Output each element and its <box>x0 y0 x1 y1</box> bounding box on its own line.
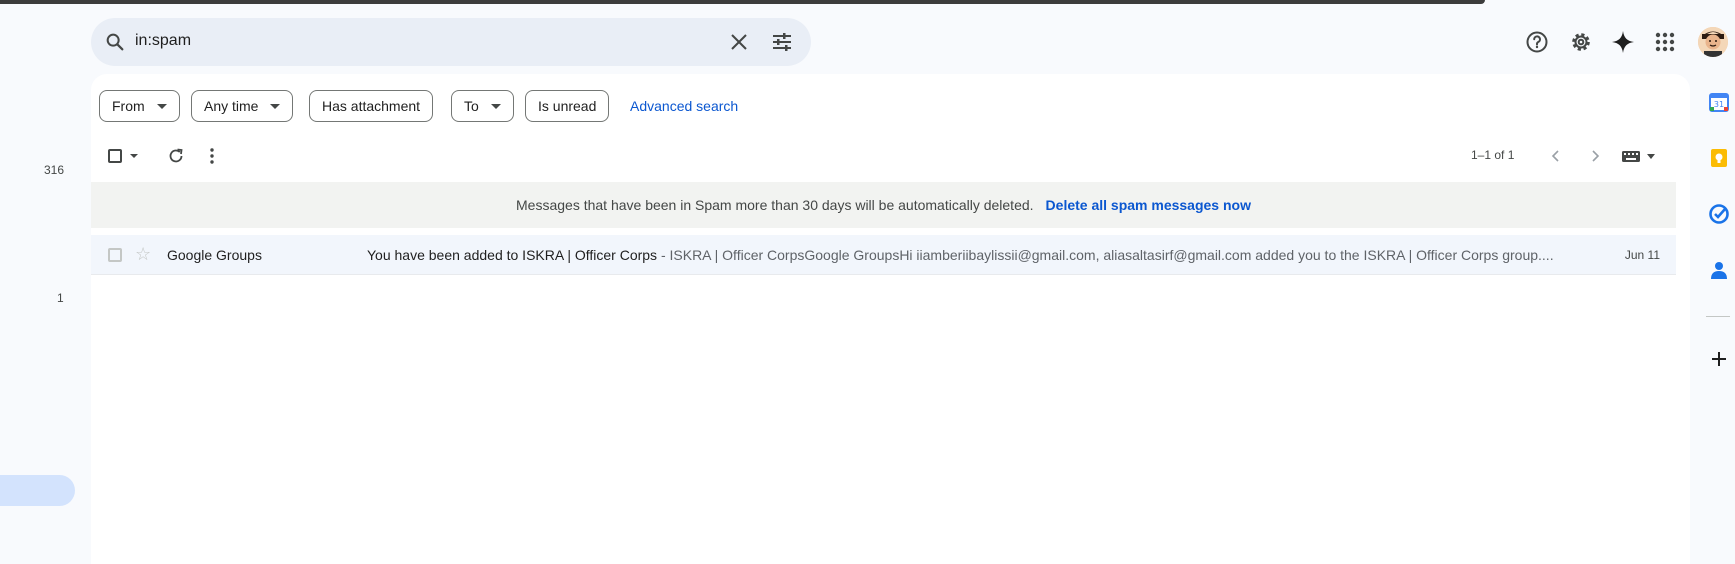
delete-all-spam-link[interactable]: Delete all spam messages now <box>1046 197 1251 213</box>
chevron-down-icon[interactable] <box>130 154 138 158</box>
main-panel: From Any time Has attachment To Is unrea… <box>91 74 1690 564</box>
chevron-down-icon <box>156 103 167 109</box>
close-icon[interactable] <box>727 30 751 54</box>
more-vert-icon[interactable] <box>209 147 215 165</box>
refresh-icon[interactable] <box>167 147 185 165</box>
tune-icon[interactable] <box>770 30 794 54</box>
chip-label: Has attachment <box>322 98 421 114</box>
chevron-down-icon <box>270 103 281 109</box>
svg-text:31: 31 <box>1714 100 1724 109</box>
help-icon[interactable] <box>1525 30 1549 54</box>
search-bar[interactable]: in:spam <box>91 18 811 66</box>
keep-icon[interactable] <box>1708 147 1730 169</box>
contacts-icon[interactable] <box>1708 259 1730 281</box>
email-sender: Google Groups <box>167 247 262 263</box>
sparkle-icon[interactable] <box>1611 30 1635 54</box>
star-icon[interactable]: ☆ <box>135 245 151 263</box>
advanced-search-link[interactable]: Advanced search <box>630 98 738 114</box>
calendar-icon[interactable]: 31 <box>1708 91 1730 113</box>
filter-chip-from[interactable]: From <box>99 90 180 122</box>
sidebar-selected-item[interactable] <box>0 475 75 506</box>
chip-label: Is unread <box>538 98 597 114</box>
list-toolbar: 1–1 of 1 <box>91 136 1690 176</box>
chip-label: Any time <box>204 98 259 114</box>
side-panel-divider <box>1706 316 1730 317</box>
filter-chip-has-attachment[interactable]: Has attachment <box>309 90 434 122</box>
browser-top-strip <box>0 0 1735 6</box>
row-checkbox[interactable] <box>108 248 122 262</box>
filter-chip-to[interactable]: To <box>451 90 514 122</box>
chevron-right-icon[interactable] <box>1587 148 1603 164</box>
chip-label: To <box>464 98 479 114</box>
sidebar-count-2: 1 <box>57 291 64 305</box>
keyboard-icon[interactable] <box>1621 149 1659 163</box>
gear-icon[interactable] <box>1569 30 1593 54</box>
select-all-checkbox[interactable] <box>108 149 122 163</box>
email-subject-line: You have been added to ISKRA | Officer C… <box>367 247 1657 263</box>
sidebar-count-1: 316 <box>44 163 65 177</box>
spam-notice: Messages that have been in Spam more tha… <box>91 182 1676 228</box>
search-input[interactable]: in:spam <box>135 32 191 50</box>
filter-chip-any-time[interactable]: Any time <box>191 90 294 122</box>
chevron-left-icon[interactable] <box>1548 148 1564 164</box>
search-icon[interactable] <box>104 31 126 53</box>
email-subject: You have been added to ISKRA | Officer C… <box>367 247 658 263</box>
email-date: Jun 11 <box>1624 248 1660 262</box>
filter-chip-is-unread[interactable]: Is unread <box>525 90 610 122</box>
add-icon[interactable] <box>1708 348 1730 370</box>
pagination-text: 1–1 of 1 <box>1471 148 1515 162</box>
chip-label: From <box>112 98 145 114</box>
email-snippet: - ISKRA | Officer CorpsGoogle GroupsHi i… <box>657 247 1554 263</box>
table-row[interactable]: ☆ Google Groups You have been added to I… <box>91 235 1676 275</box>
tasks-icon[interactable] <box>1708 203 1730 225</box>
avatar[interactable] <box>1698 27 1728 57</box>
chevron-down-icon <box>490 103 501 109</box>
spam-notice-text: Messages that have been in Spam more tha… <box>516 197 1034 213</box>
apps-grid-icon[interactable] <box>1653 30 1677 54</box>
